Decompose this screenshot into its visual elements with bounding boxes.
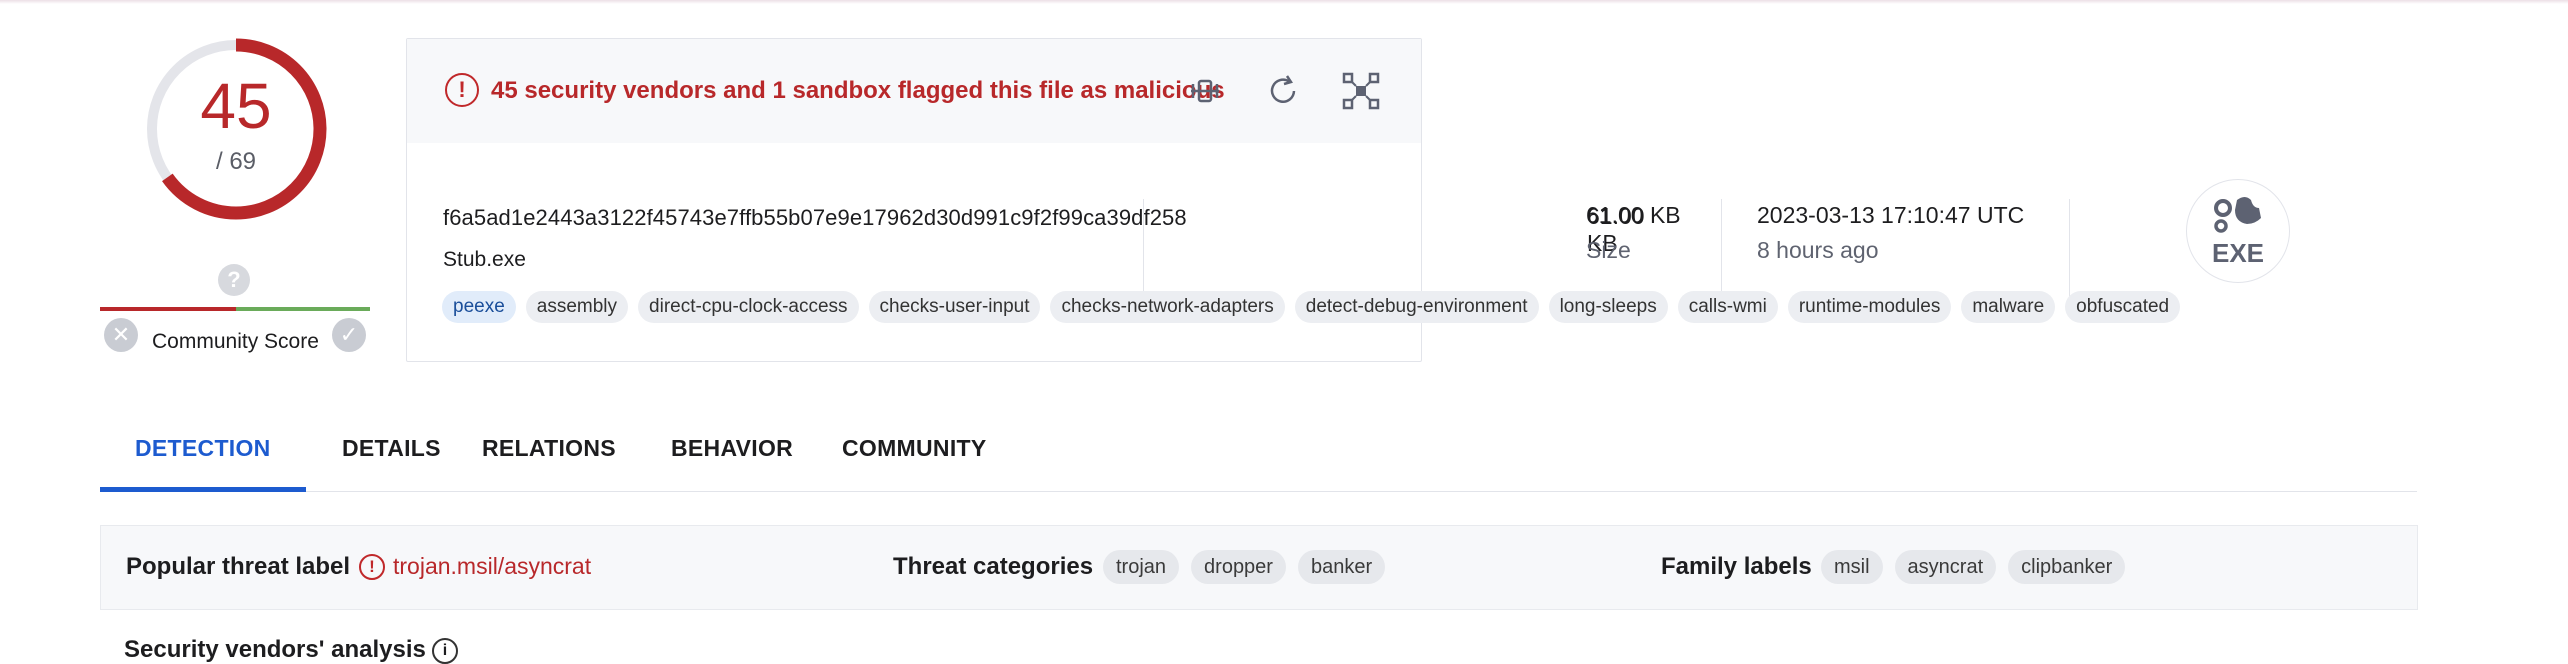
family-label-chip[interactable]: asyncrat bbox=[1894, 550, 1997, 584]
x-icon[interactable]: ✕ bbox=[104, 318, 138, 352]
info-icon[interactable]: i bbox=[432, 638, 458, 664]
family-labels-label: Family labels bbox=[1661, 553, 1812, 580]
tag-chip[interactable]: peexe bbox=[442, 291, 516, 323]
tag-chip[interactable]: checks-network-adapters bbox=[1050, 291, 1285, 323]
community-bar-negative bbox=[100, 307, 236, 311]
tab-bar: DETECTION DETAILS RELATIONS BEHAVIOR COM… bbox=[100, 436, 2417, 492]
tab-community[interactable]: COMMUNITY bbox=[807, 436, 1022, 492]
family-label-chip[interactable]: msil bbox=[1821, 550, 1883, 584]
check-icon[interactable]: ✓ bbox=[332, 318, 366, 352]
file-size-value: 61.00 KB bbox=[1586, 202, 1681, 228]
threat-categories-label: Threat categories bbox=[893, 553, 1094, 580]
tag-chip[interactable]: direct-cpu-clock-access bbox=[638, 291, 859, 323]
threat-categories: trojan dropper banker bbox=[1103, 550, 1386, 584]
tag-chip[interactable]: checks-user-input bbox=[868, 291, 1041, 323]
tag-chip[interactable]: calls-wmi bbox=[1677, 291, 1778, 323]
top-shadow bbox=[0, 0, 2568, 4]
file-type-label: EXE bbox=[2211, 238, 2265, 268]
compare-icon[interactable] bbox=[1185, 71, 1225, 111]
alert-text: 45 security vendors and 1 sandbox flagge… bbox=[491, 77, 1225, 104]
alert-banner: ! 45 security vendors and 1 sandbox flag… bbox=[407, 39, 1421, 143]
family-label-chip[interactable]: clipbanker bbox=[2008, 550, 2126, 584]
graph-icon[interactable] bbox=[1341, 71, 1381, 111]
tab-detection[interactable]: DETECTION bbox=[100, 436, 306, 492]
tag-chip[interactable]: obfuscated bbox=[2065, 291, 2181, 323]
file-date-relative: 8 hours ago bbox=[1757, 237, 1879, 263]
question-icon: ? bbox=[218, 264, 250, 296]
detection-score-gauge: 45 / 69 bbox=[143, 36, 329, 222]
tag-chip[interactable]: runtime-modules bbox=[1787, 291, 1952, 323]
detected-count: 45 bbox=[200, 70, 272, 142]
popular-threat-label: Popular threat label bbox=[126, 553, 351, 580]
reanalyze-icon[interactable] bbox=[1263, 71, 1303, 111]
gears-icon bbox=[2214, 197, 2261, 233]
threat-category-chip[interactable]: banker bbox=[1297, 550, 1386, 584]
tab-relations[interactable]: RELATIONS bbox=[447, 436, 651, 492]
tab-behavior[interactable]: BEHAVIOR bbox=[636, 436, 828, 492]
popular-threat-value[interactable]: trojan.msil/asyncrat bbox=[393, 553, 591, 580]
tag-chip[interactable]: detect-debug-environment bbox=[1294, 291, 1539, 323]
tag-list: peexe assembly direct-cpu-clock-access chec… bbox=[442, 291, 2181, 323]
family-labels: msil asyncrat clipbanker bbox=[1821, 550, 2126, 584]
alert-icon: ! bbox=[359, 554, 385, 580]
tag-chip[interactable]: long-sleeps bbox=[1548, 291, 1668, 323]
alert-icon: ! bbox=[445, 73, 479, 107]
threat-category-chip[interactable]: trojan bbox=[1103, 550, 1180, 584]
community-bar-positive bbox=[236, 307, 370, 311]
community-score-label: Community Score bbox=[152, 330, 319, 353]
tag-chip[interactable]: malware bbox=[1961, 291, 2056, 323]
threat-summary: Popular threat label ! trojan.msil/async… bbox=[100, 525, 2418, 610]
file-hash[interactable]: f6a5ad1e2443a3122f45743e7ffb55b07e9e1796… bbox=[443, 205, 1187, 231]
file-date-value: 2023-03-13 17:10:47 UTC bbox=[1757, 202, 2025, 228]
section-title: Security vendors' analysis bbox=[124, 636, 426, 663]
file-size-label: Size bbox=[1586, 237, 1631, 263]
file-type-badge: EXE bbox=[2186, 179, 2290, 283]
file-name: Stub.exe bbox=[443, 248, 526, 271]
total-engines: / 69 bbox=[215, 148, 257, 175]
threat-category-chip[interactable]: dropper bbox=[1191, 550, 1286, 584]
tag-chip[interactable]: assembly bbox=[525, 291, 629, 323]
